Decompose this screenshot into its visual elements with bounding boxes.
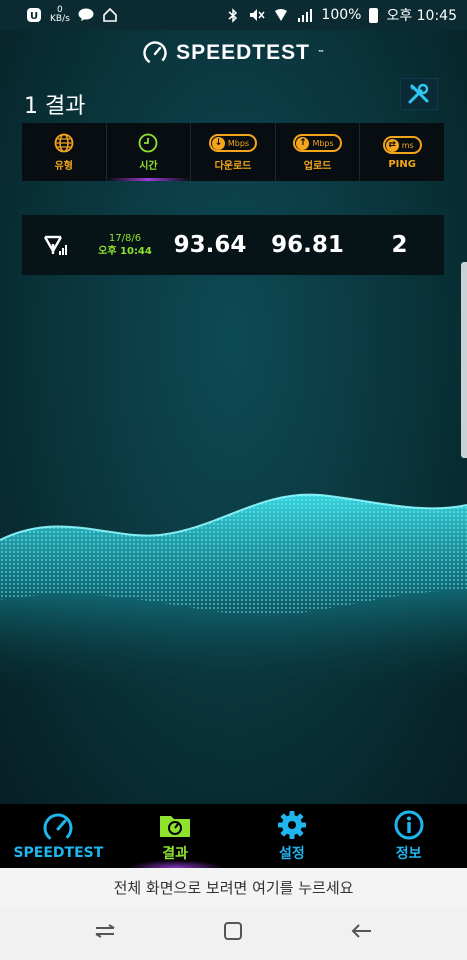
info-icon: [394, 810, 424, 840]
results-column-header: 유형 시간 ↓ Mbps 다운로드 ↑ Mbps 업로드 ⇄ ms PING: [22, 123, 444, 181]
home-button-icon[interactable]: [222, 920, 244, 946]
download-unit: Mbps: [227, 138, 250, 148]
nav-info-label: 정보: [395, 846, 422, 862]
tools-button[interactable]: [400, 78, 438, 110]
network-speed-unit: KB/s: [50, 14, 70, 24]
network-speed: 0 KB/s: [50, 6, 70, 24]
speedometer-logo-icon: [143, 41, 167, 65]
talk-icon: [78, 7, 94, 23]
scroll-handle[interactable]: [461, 262, 467, 458]
svg-text:U: U: [30, 11, 38, 22]
nav-info[interactable]: 정보: [350, 804, 467, 868]
column-type[interactable]: 유형: [22, 123, 107, 181]
system-navigation-bar: [0, 906, 467, 960]
home-icon: [102, 7, 118, 23]
bluetooth-icon: [225, 7, 241, 23]
nav-speedtest[interactable]: SPEEDTEST: [0, 804, 117, 868]
column-ping-label: PING: [388, 159, 416, 170]
gear-icon: [277, 811, 306, 839]
speedtest-logo: SPEEDTEST ™: [0, 40, 467, 66]
wifi-icon: [273, 7, 289, 23]
status-bar: U 0 KB/s 100% 오후 10:45: [0, 0, 467, 30]
globe-icon: [54, 133, 74, 153]
mute-icon: [249, 7, 265, 23]
result-datetime: 17/8/6 오후 10:44: [90, 232, 160, 258]
app-notification-icon: U: [26, 7, 42, 23]
result-time: 오후 10:44: [98, 246, 152, 257]
status-time: 오후 10:45: [386, 8, 457, 24]
clock-icon: [138, 133, 158, 153]
nav-speedtest-label: SPEEDTEST: [13, 845, 104, 861]
result-type: [22, 234, 90, 256]
ping-icon: ⇄: [385, 138, 399, 152]
results-count-title: 1 결과: [24, 94, 86, 119]
nav-results-label: 결과: [162, 846, 188, 862]
column-upload-label: 업로드: [303, 161, 332, 172]
nav-settings[interactable]: 설정: [234, 804, 351, 868]
signal-icon: [297, 7, 313, 23]
column-download-label: 다운로드: [214, 161, 252, 172]
column-time-label: 시간: [139, 161, 158, 172]
upload-unit-badge: ↑ Mbps: [293, 134, 342, 152]
battery-icon: [369, 7, 379, 23]
app-content: SPEEDTEST ™ 1 결과 유형 시간 ↓ Mbps 다운로드 ↑ Mbp…: [0, 30, 467, 804]
battery-percent: 100%: [321, 7, 362, 23]
column-download[interactable]: ↓ Mbps 다운로드: [191, 123, 276, 181]
ping-unit-badge: ⇄ ms: [382, 136, 422, 154]
speedometer-icon: [43, 813, 73, 842]
status-left: U 0 KB/s: [26, 6, 118, 24]
download-arrow-icon: ↓: [211, 136, 225, 150]
column-upload[interactable]: ↑ Mbps 업로드: [276, 123, 361, 181]
column-type-label: 유형: [54, 161, 73, 172]
fullscreen-hint-banner[interactable]: 전체 화면으로 보려면 여기를 누르세요: [0, 868, 467, 906]
column-time[interactable]: 시간: [106, 123, 192, 181]
result-date: 17/8/6: [108, 233, 142, 244]
bottom-navigation: SPEEDTEST 결과 설정 정보: [0, 804, 467, 868]
download-unit-badge: ↓ Mbps: [208, 134, 258, 152]
results-folder-icon: [160, 816, 191, 837]
result-download: 93.64: [173, 232, 247, 258]
particle-wave-graphic: [0, 493, 467, 690]
back-icon[interactable]: [350, 921, 374, 945]
result-ping: 2: [391, 232, 408, 258]
nav-results[interactable]: 결과: [117, 804, 234, 868]
upload-arrow-icon: ↑: [296, 136, 310, 150]
brand-name: SPEEDTEST: [176, 41, 310, 64]
upload-unit: Mbps: [312, 138, 334, 148]
result-upload: 96.81: [271, 232, 344, 258]
wifi-signal-icon: [43, 235, 67, 255]
recent-apps-icon[interactable]: [93, 921, 117, 945]
status-right: 100% 오후 10:45: [225, 5, 457, 25]
column-ping[interactable]: ⇄ ms PING: [360, 123, 444, 181]
ping-unit: ms: [401, 140, 414, 150]
tools-icon: [408, 83, 429, 104]
result-row[interactable]: 17/8/6 오후 10:44 93.64 96.81 2: [22, 215, 444, 275]
brand-trademark: ™: [317, 50, 325, 56]
nav-settings-label: 설정: [278, 846, 305, 862]
